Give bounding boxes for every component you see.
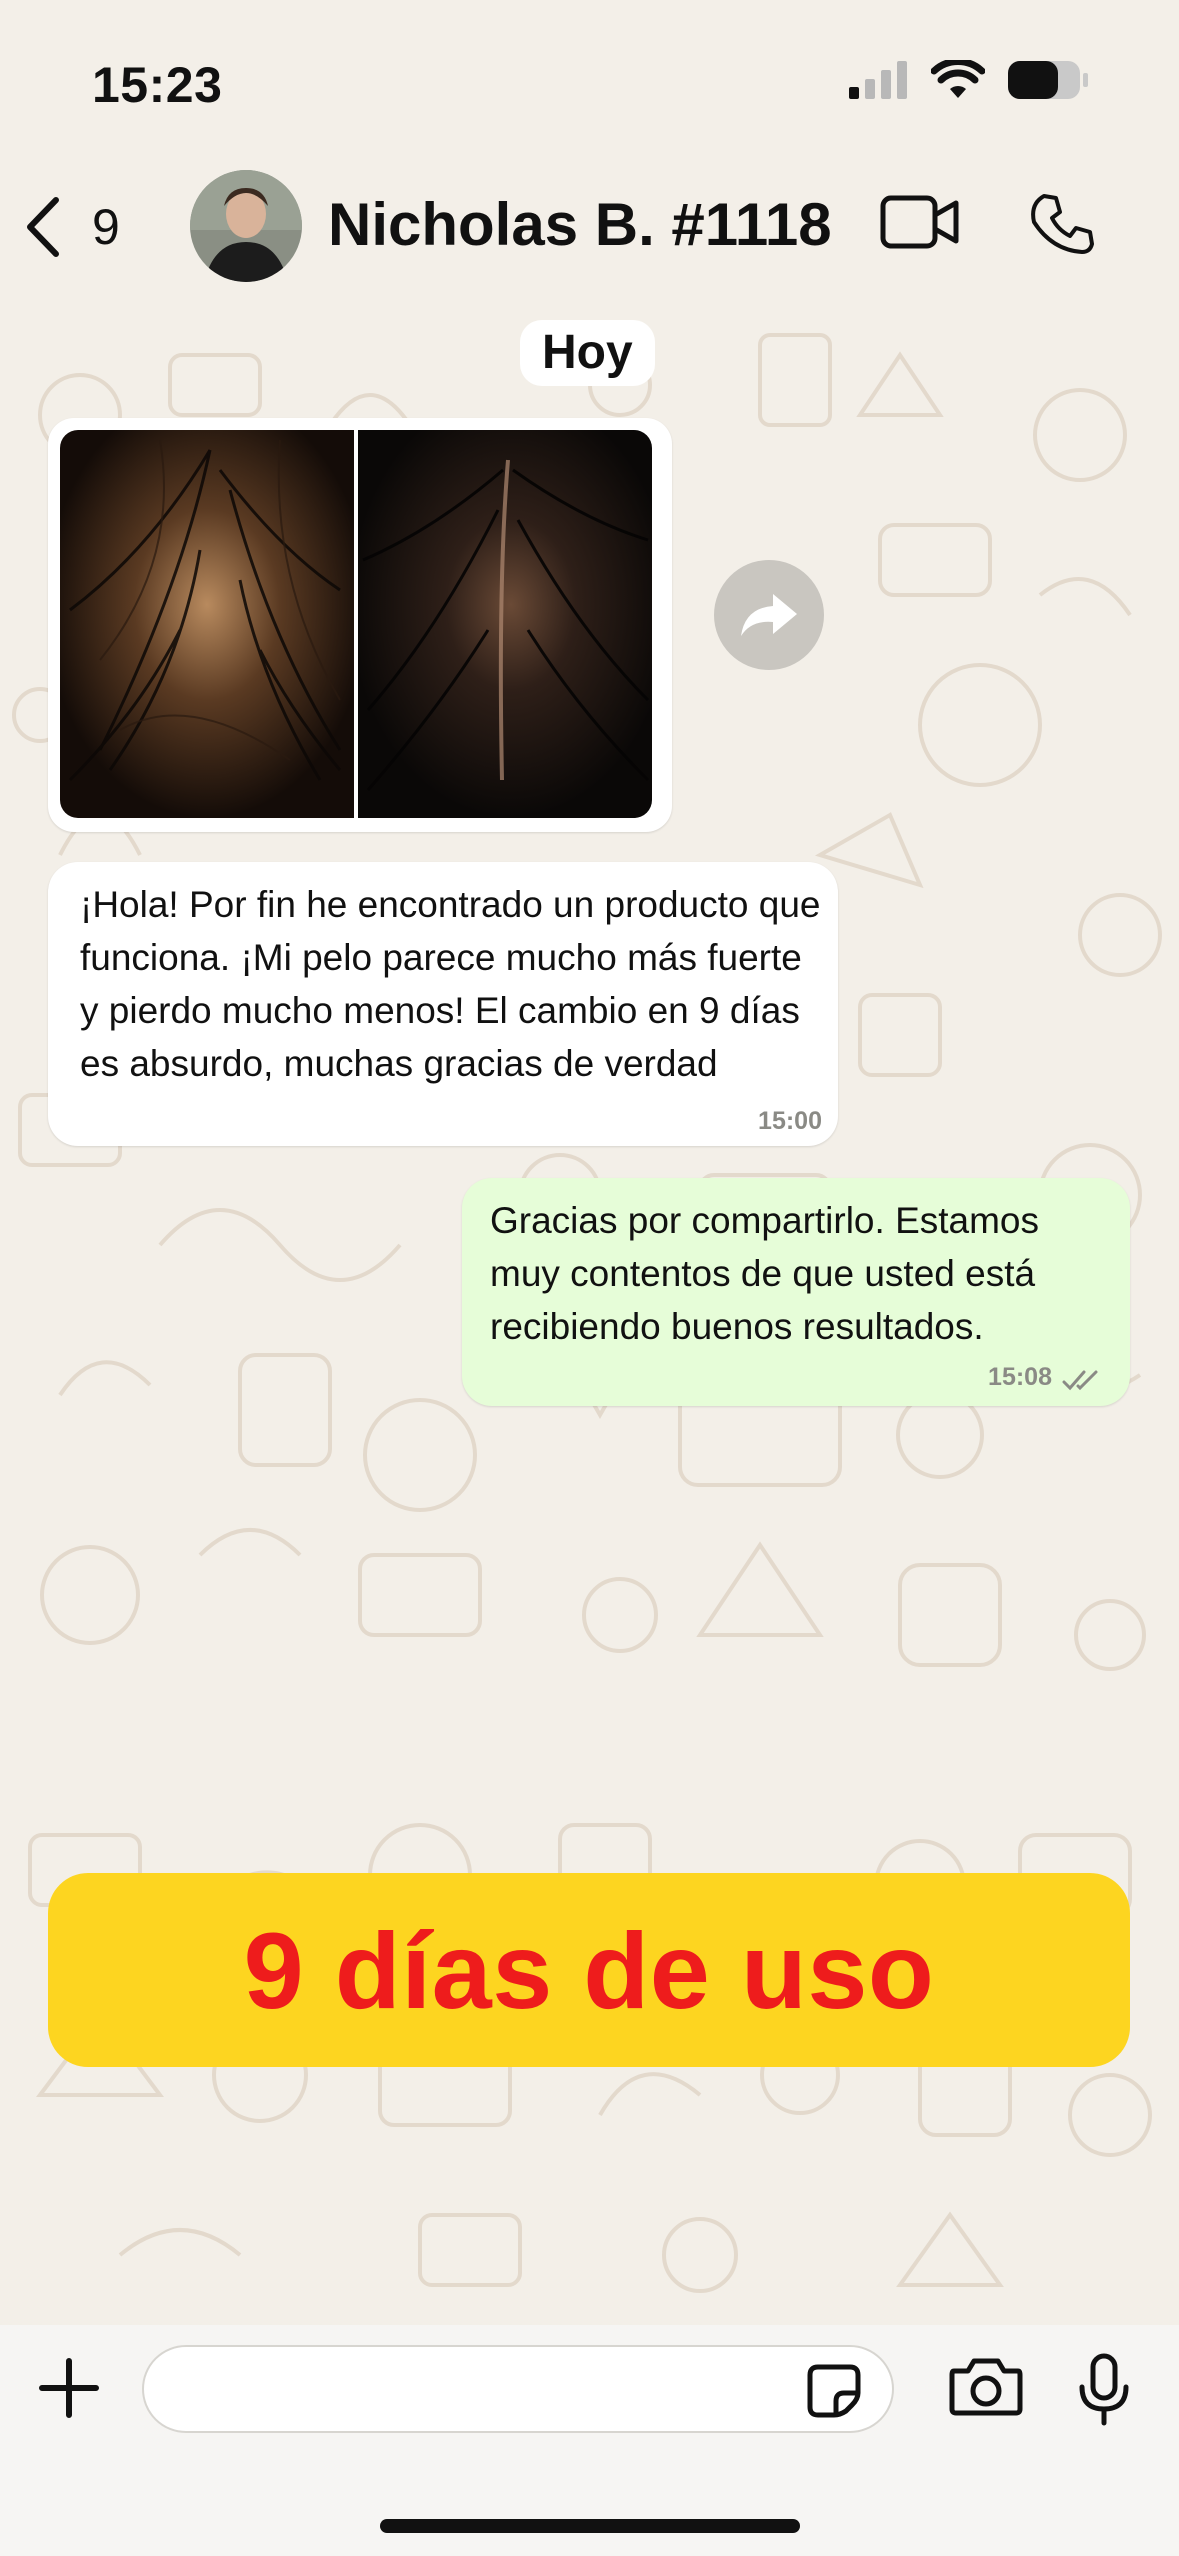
outgoing-message-time: 15:08 bbox=[988, 1363, 1052, 1391]
home-indicator bbox=[380, 2519, 800, 2533]
outgoing-message[interactable]: Gracias por compartirlo. Estamos muy con… bbox=[462, 1178, 1130, 1406]
attach-button[interactable] bbox=[36, 2355, 102, 2426]
message-input-bar bbox=[0, 2325, 1179, 2556]
video-call-button[interactable] bbox=[880, 195, 960, 254]
incoming-message-text: ¡Hola! Por fin he encontrado un producto… bbox=[80, 884, 821, 1084]
banner-text: 9 días de uso bbox=[243, 1909, 935, 2031]
unread-count: 9 bbox=[92, 199, 120, 255]
forward-button[interactable] bbox=[714, 560, 824, 670]
date-separator: Hoy bbox=[520, 320, 655, 386]
sticker-icon bbox=[807, 2364, 861, 2418]
status-time: 15:23 bbox=[92, 57, 223, 113]
microphone-icon bbox=[1079, 2353, 1129, 2426]
camera-button[interactable] bbox=[948, 2355, 1024, 2422]
plus-icon bbox=[39, 2358, 99, 2418]
message-field[interactable] bbox=[142, 2345, 894, 2433]
promo-banner: 9 días de uso bbox=[48, 1873, 1130, 2067]
chat-screen: 15:23 9 Nicholas B. #1118 Hoy ¡Hola! Por… bbox=[0, 0, 1179, 2556]
camera-icon bbox=[949, 2358, 1023, 2416]
outgoing-message-text: Gracias por compartirlo. Estamos muy con… bbox=[490, 1200, 1040, 1347]
sticker-button[interactable] bbox=[806, 2363, 862, 2424]
chat-header: 9 Nicholas B. #1118 bbox=[0, 160, 1179, 295]
signal-icon bbox=[849, 61, 907, 99]
image-message[interactable] bbox=[48, 418, 672, 832]
message-input[interactable] bbox=[174, 2357, 798, 2423]
hair-photo-before[interactable] bbox=[60, 430, 354, 818]
status-bar: 15:23 bbox=[0, 0, 1179, 160]
chevron-left-icon bbox=[27, 197, 59, 257]
microphone-button[interactable] bbox=[1076, 2353, 1132, 2432]
phone-icon bbox=[1031, 194, 1094, 254]
battery-icon bbox=[1008, 61, 1088, 99]
contact-name[interactable]: Nicholas B. #1118 bbox=[328, 190, 832, 259]
incoming-message[interactable]: ¡Hola! Por fin he encontrado un producto… bbox=[48, 862, 838, 1146]
hair-photo-after[interactable] bbox=[358, 430, 652, 818]
voice-call-button[interactable] bbox=[1030, 192, 1094, 261]
video-camera-icon bbox=[880, 195, 959, 249]
double-check-icon bbox=[1062, 1370, 1098, 1391]
forward-icon bbox=[741, 594, 797, 636]
wifi-icon bbox=[931, 60, 985, 98]
avatar[interactable] bbox=[190, 170, 302, 282]
back-button[interactable]: 9 bbox=[22, 192, 120, 262]
status-icons bbox=[849, 60, 1089, 100]
incoming-message-time: 15:00 bbox=[758, 1107, 822, 1135]
